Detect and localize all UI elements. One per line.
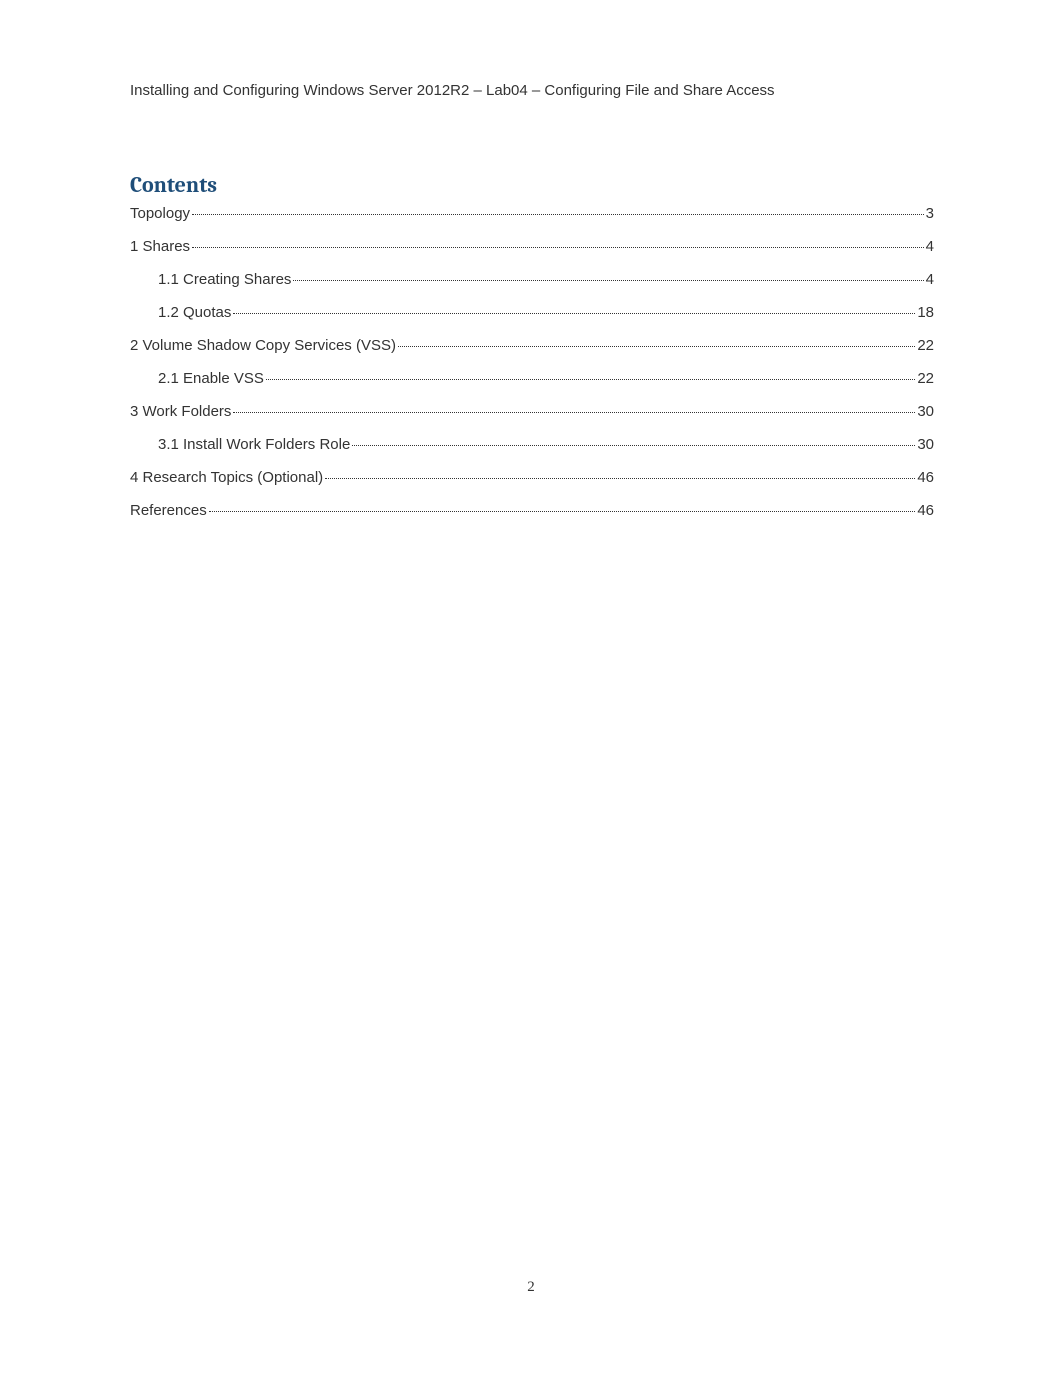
toc-entry: 1 Shares 4 [130,238,934,255]
toc-leader [325,478,915,479]
toc-entry: 2 Volume Shadow Copy Services (VSS) 22 [130,337,934,354]
toc-page: 46 [917,469,934,486]
toc-entry: 2.1 Enable VSS 22 [130,370,934,387]
page-number: 2 [0,1279,1062,1296]
document-header: Installing and Configuring Windows Serve… [130,82,932,99]
toc-entry: 3.1 Install Work Folders Role 30 [130,436,934,453]
toc-label: 1.1 Creating Shares [158,271,291,288]
toc-page: 22 [917,370,934,387]
toc-leader [192,247,924,248]
toc-leader [293,280,923,281]
toc-label: Topology [130,205,190,222]
toc-page: 3 [926,205,934,222]
toc-label: 1.2 Quotas [158,304,231,321]
toc-leader [209,511,916,512]
table-of-contents: Topology 3 1 Shares 4 1.1 Creating Share… [130,205,934,535]
toc-entry: 1.2 Quotas 18 [130,304,934,321]
toc-label: 2 Volume Shadow Copy Services (VSS) [130,337,396,354]
toc-label: 3 Work Folders [130,403,231,420]
toc-label: References [130,502,207,519]
toc-entry: 1.1 Creating Shares 4 [130,271,934,288]
toc-leader [233,313,915,314]
toc-label: 3.1 Install Work Folders Role [158,436,350,453]
toc-entry: 4 Research Topics (Optional) 46 [130,469,934,486]
toc-page: 22 [917,337,934,354]
toc-leader [398,346,915,347]
contents-heading: Contents [130,172,217,198]
toc-entry: 3 Work Folders 30 [130,403,934,420]
toc-page: 18 [917,304,934,321]
toc-page: 4 [926,238,934,255]
toc-page: 30 [917,436,934,453]
toc-entry: References 46 [130,502,934,519]
toc-label: 4 Research Topics (Optional) [130,469,323,486]
toc-label: 1 Shares [130,238,190,255]
toc-leader [266,379,915,380]
toc-page: 4 [926,271,934,288]
toc-entry: Topology 3 [130,205,934,222]
toc-leader [352,445,915,446]
toc-page: 46 [917,502,934,519]
toc-leader [192,214,924,215]
toc-page: 30 [917,403,934,420]
toc-label: 2.1 Enable VSS [158,370,264,387]
toc-leader [233,412,915,413]
